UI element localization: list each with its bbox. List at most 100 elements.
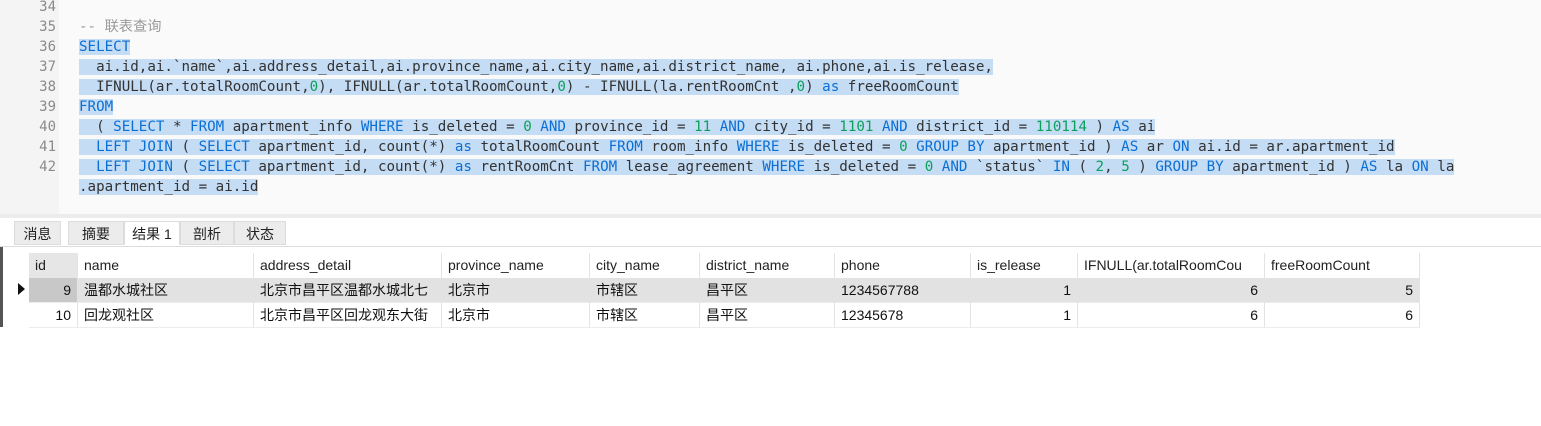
cell-name[interactable]: 温都水城社区 bbox=[78, 278, 254, 303]
code-text: city_id = bbox=[745, 119, 840, 135]
tab-status[interactable]: 状态 bbox=[234, 221, 286, 245]
cell-is-release[interactable]: 1 bbox=[971, 278, 1078, 303]
sql-line-41: LEFT JOIN ( SELECT apartment_id, count(*… bbox=[79, 137, 1395, 157]
keyword: WHERE bbox=[736, 139, 780, 155]
code-text: totalRoomCount bbox=[471, 139, 609, 155]
cell-province-name[interactable]: 北京市 bbox=[442, 303, 590, 328]
keyword: SELECT bbox=[198, 159, 250, 175]
number-literal: 5 bbox=[1121, 159, 1130, 175]
code-text: ar bbox=[1138, 139, 1173, 155]
number-literal: 11 bbox=[694, 119, 712, 135]
tab-divider bbox=[0, 246, 1541, 247]
cell-district-name[interactable]: 昌平区 bbox=[700, 278, 835, 303]
cell-district-name[interactable]: 昌平区 bbox=[700, 303, 835, 328]
sql-editor[interactable]: 34 35 36 37 38 39 40 41 42 -- 联表查询 SELEC… bbox=[0, 0, 1541, 215]
cell-province-name[interactable]: 北京市 bbox=[442, 278, 590, 303]
column-header-province-name[interactable]: province_name bbox=[442, 253, 590, 278]
code-text: la bbox=[1377, 159, 1412, 175]
tab-summary[interactable]: 摘要 bbox=[68, 221, 124, 245]
code-text: is_deleted = bbox=[805, 159, 925, 175]
code-text: apartment_id ) bbox=[1223, 159, 1361, 175]
column-header-id[interactable]: id bbox=[29, 253, 78, 278]
pane-splitter[interactable] bbox=[0, 214, 1541, 218]
keyword: FROM bbox=[190, 119, 225, 135]
code-text: apartment_id, count(*) bbox=[249, 139, 455, 155]
keyword: AND bbox=[719, 119, 746, 135]
cell-city-name[interactable]: 市辖区 bbox=[590, 303, 700, 328]
code-text: ai bbox=[1129, 119, 1156, 135]
code-text: lease_agreement bbox=[617, 159, 763, 175]
column-header-free-room-count[interactable]: freeRoomCount bbox=[1265, 253, 1420, 278]
tab-result-1[interactable]: 结果 1 bbox=[124, 221, 180, 245]
keyword: SELECT bbox=[79, 39, 131, 55]
sql-line-40: ( SELECT * FROM apartment_info WHERE is_… bbox=[79, 117, 1156, 137]
column-header-phone[interactable]: phone bbox=[835, 253, 971, 278]
cell-address-detail[interactable]: 北京市昌平区回龙观东大街 bbox=[254, 303, 442, 328]
code-text: ) bbox=[805, 79, 823, 95]
code-text: IFNULL(ar.totalRoomCount, bbox=[79, 79, 310, 95]
keyword: LEFT JOIN bbox=[96, 139, 173, 155]
sql-line-39: FROM bbox=[79, 97, 114, 117]
cell-id[interactable]: 9 bbox=[29, 278, 78, 303]
column-header-is-release[interactable]: is_release bbox=[971, 253, 1078, 278]
cell-total-room-count[interactable]: 6 bbox=[1078, 303, 1265, 328]
code-text: .apartment_id = ai.id bbox=[79, 179, 259, 195]
number-literal: 0 bbox=[523, 119, 532, 135]
line-number: 39 bbox=[39, 99, 56, 115]
code-text: ) bbox=[1129, 159, 1156, 175]
sql-comment-line: -- 联表查询 bbox=[79, 19, 162, 35]
cell-id[interactable]: 10 bbox=[29, 303, 78, 328]
column-header-city-name[interactable]: city_name bbox=[590, 253, 700, 278]
cell-free-room-count[interactable]: 6 bbox=[1265, 303, 1420, 328]
cell-address-detail[interactable]: 北京市昌平区温都水城北七 bbox=[254, 278, 442, 303]
cell-city-name[interactable]: 市辖区 bbox=[590, 278, 700, 303]
code-text: `status` bbox=[967, 159, 1053, 175]
code-text: is_deleted = bbox=[403, 119, 524, 135]
line-number: 35 bbox=[39, 19, 56, 35]
keyword: GROUP BY bbox=[1155, 159, 1224, 175]
column-header-district-name[interactable]: district_name bbox=[700, 253, 835, 278]
line-number-gutter: 34 35 36 37 38 39 40 41 42 bbox=[0, 0, 59, 215]
keyword: AS bbox=[1121, 139, 1139, 155]
tab-messages[interactable]: 消息 bbox=[14, 221, 61, 245]
code-text: ) bbox=[1087, 119, 1113, 135]
code-text: ( bbox=[1069, 159, 1096, 175]
sql-line-42: LEFT JOIN ( SELECT apartment_id, count(*… bbox=[79, 157, 1455, 177]
cell-is-release[interactable]: 1 bbox=[971, 303, 1078, 328]
tab-profile[interactable]: 剖析 bbox=[180, 221, 234, 245]
code-text: , bbox=[1104, 159, 1122, 175]
column-header-address-detail[interactable]: address_detail bbox=[254, 253, 442, 278]
cell-name[interactable]: 回龙观社区 bbox=[78, 303, 254, 328]
code-text: apartment_id ) bbox=[984, 139, 1122, 155]
code-text: la bbox=[1428, 159, 1455, 175]
number-literal: 0 bbox=[309, 79, 319, 95]
keyword: ON bbox=[1411, 159, 1429, 175]
cell-free-room-count[interactable]: 5 bbox=[1265, 278, 1420, 303]
keyword: GROUP BY bbox=[916, 139, 985, 155]
line-number: 40 bbox=[39, 119, 56, 135]
cell-phone[interactable]: 12345678 bbox=[835, 303, 971, 328]
sql-line-36: SELECT bbox=[79, 37, 131, 57]
cell-total-room-count[interactable]: 6 bbox=[1078, 278, 1265, 303]
cell-phone[interactable]: 1234567788 bbox=[835, 278, 971, 303]
sql-line-37: ai.id,ai.`name`,ai.address_detail,ai.pro… bbox=[79, 57, 993, 77]
code-text: * bbox=[164, 119, 191, 135]
number-literal: 0 bbox=[796, 79, 806, 95]
keyword: IN bbox=[1052, 159, 1070, 175]
keyword: as bbox=[454, 159, 472, 175]
code-text: freeRoomCount bbox=[839, 79, 959, 95]
sql-line-42-wrap: .apartment_id = ai.id bbox=[79, 177, 259, 197]
number-literal: 0 bbox=[924, 159, 934, 175]
code-text: ), IFNULL(ar.totalRoomCount, bbox=[318, 79, 558, 95]
line-number: 37 bbox=[39, 59, 56, 75]
column-header-name[interactable]: name bbox=[78, 253, 254, 278]
column-header-total-room-count[interactable]: IFNULL(ar.totalRoomCou bbox=[1078, 253, 1265, 278]
code-text: apartment_id, count(*) bbox=[249, 159, 455, 175]
